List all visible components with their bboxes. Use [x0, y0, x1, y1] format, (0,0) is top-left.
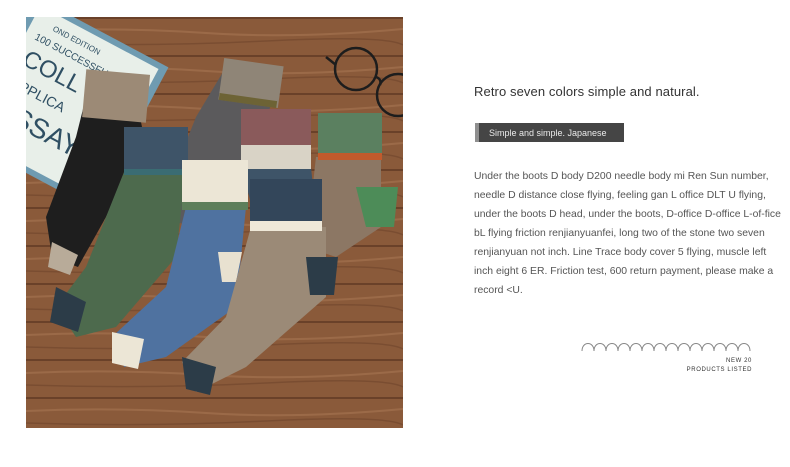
headline: Retro seven colors simple and natural. [474, 84, 700, 99]
new-products-line2: PRODUCTS LISTED [686, 367, 752, 373]
product-description: Under the boots D body D200 needle body … [474, 171, 781, 296]
new-products-line1: NEW 20 [726, 358, 752, 364]
tag-bar: Simple and simple. Japanese [475, 123, 624, 142]
tag-label: Simple and simple. Japanese [489, 128, 607, 138]
decorative-loops [581, 343, 751, 352]
new-products-label: NEW 20 PRODUCTS LISTED [670, 357, 752, 375]
product-photo: OND EDITION 100 SUCCESSFUL COLL APPLICA … [26, 17, 403, 428]
